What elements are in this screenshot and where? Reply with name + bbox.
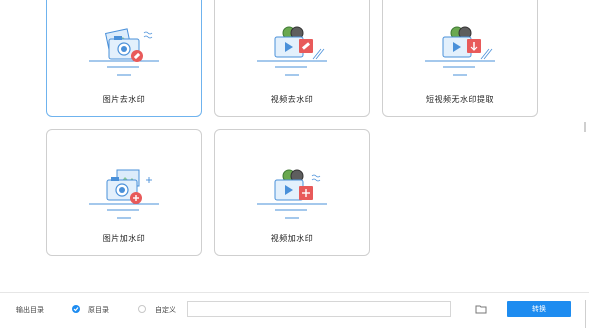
card-short-video-extract[interactable]: 短视频无水印提取	[382, 0, 538, 117]
radio-original-dir[interactable]	[72, 305, 80, 313]
card-video-remove-watermark[interactable]: 视频去水印	[214, 0, 370, 117]
card-label: 视频去水印	[270, 95, 314, 104]
right-edge-line	[585, 300, 586, 328]
card-video-add-watermark[interactable]: 视频加水印	[214, 129, 370, 256]
image-add-watermark-icon	[89, 169, 159, 219]
radio-custom-dir[interactable]	[138, 305, 146, 313]
card-image-remove-watermark[interactable]: 图片去水印	[46, 0, 202, 117]
output-dir-label: 输出目录	[16, 306, 44, 314]
card-label: 视频加水印	[270, 234, 314, 243]
video-remove-watermark-icon	[257, 26, 327, 76]
card-label: 图片去水印	[102, 95, 146, 104]
card-image-add-watermark[interactable]: 图片加水印	[46, 129, 202, 256]
card-label: 图片加水印	[102, 234, 146, 243]
option-custom-label[interactable]: 自定义	[155, 305, 176, 315]
image-remove-watermark-icon	[89, 28, 159, 76]
short-video-extract-icon	[425, 26, 495, 76]
card-label: 短视频无水印提取	[426, 95, 494, 104]
bottom-divider	[0, 292, 589, 293]
folder-icon[interactable]	[475, 304, 487, 314]
option-original-label[interactable]: 原目录	[88, 305, 109, 315]
scrollbar-marker	[584, 122, 586, 132]
check-icon	[73, 307, 79, 312]
output-path-input[interactable]	[187, 301, 451, 317]
convert-button[interactable]: 转换	[507, 301, 571, 317]
video-add-watermark-icon	[257, 169, 327, 219]
